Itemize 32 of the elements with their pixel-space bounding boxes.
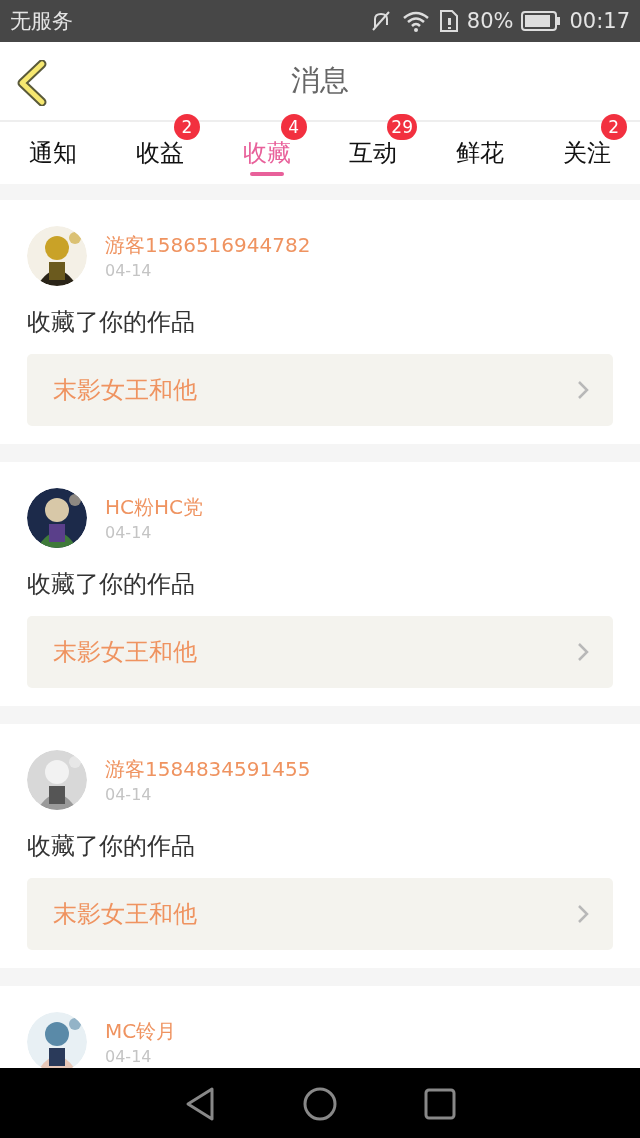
message-text: 收藏了你的作品	[27, 831, 196, 862]
chevron-icon	[577, 904, 589, 924]
user-name[interactable]: 游客1586516944782	[105, 232, 311, 259]
carrier-text: 无服务	[10, 8, 73, 35]
sim-icon	[438, 9, 459, 33]
user-name[interactable]: 游客1584834591455	[105, 756, 311, 783]
clock-text: 00:17	[569, 9, 630, 33]
work-link[interactable]: 末影女王和他	[27, 354, 613, 426]
page-title: 消息	[291, 62, 349, 99]
message-text: 收藏了你的作品	[27, 307, 196, 338]
back-icon[interactable]	[16, 60, 48, 106]
chevron-icon	[577, 642, 589, 662]
count-badge: 2	[600, 114, 627, 140]
message-date: 04-14	[105, 261, 153, 280]
tab[interactable]: 鲜花	[426, 122, 534, 184]
tab[interactable]: 通知	[0, 122, 107, 184]
home-nav-icon[interactable]	[303, 1087, 337, 1121]
work-link[interactable]: 末影女王和他	[27, 878, 613, 950]
chevron-icon	[577, 380, 589, 400]
count-badge: 4	[280, 114, 307, 140]
count-badge: 2	[174, 114, 200, 140]
message-date: 04-14	[105, 785, 153, 804]
recent-apps-icon[interactable]	[424, 1088, 457, 1120]
battery-icon	[521, 10, 562, 32]
message-text: 收藏了你的作品	[27, 569, 196, 600]
message-date: 04-14	[105, 1047, 153, 1066]
work-link[interactable]: 末影女王和他	[27, 616, 613, 688]
message-date: 04-14	[105, 523, 153, 542]
user-name[interactable]: HC粉HC党	[105, 494, 203, 521]
battery-percent: 80%	[466, 9, 514, 33]
count-badge: 29	[387, 114, 417, 140]
user-name[interactable]: MC铃月	[105, 1018, 177, 1045]
